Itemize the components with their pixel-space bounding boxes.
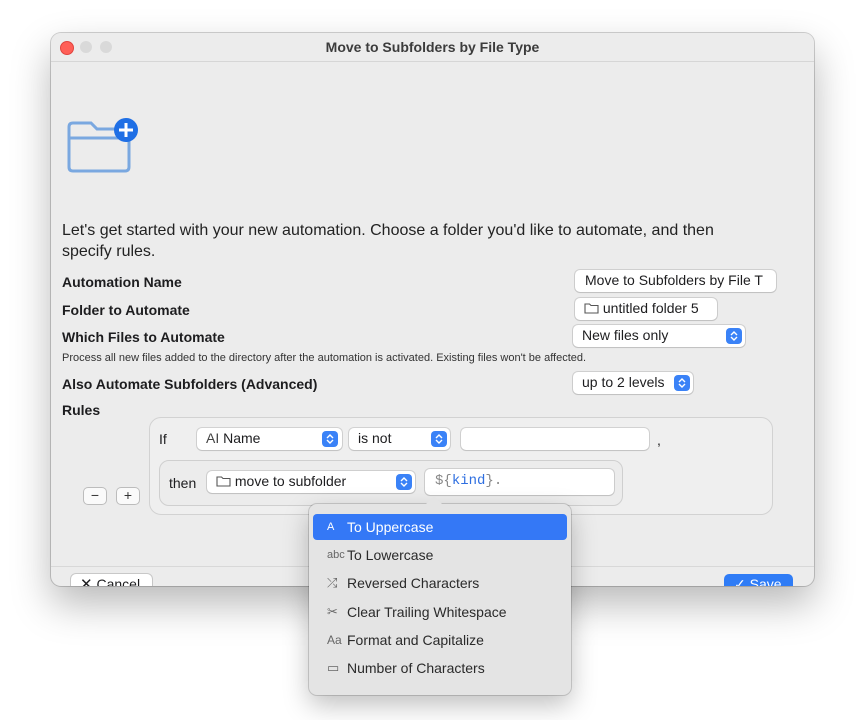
operator-value: is not [358, 430, 392, 446]
chevron-updown-icon [396, 474, 412, 490]
new-folder-plus-icon [67, 118, 138, 173]
save-button[interactable]: ✓ Save [724, 574, 793, 586]
intro-text: Let's get started with your new automati… [62, 222, 714, 260]
folder-name: untitled folder 5 [602, 300, 699, 316]
close-icon: ✕ [80, 576, 93, 586]
which-files-value: New files only [582, 327, 669, 343]
chevron-updown-icon [431, 431, 447, 447]
title-bar: Move to Subfolders by File Type [51, 33, 814, 62]
rule-comma: , [657, 432, 661, 448]
folder-icon [216, 476, 231, 487]
rules-label: Rules [62, 402, 101, 418]
operator-select[interactable]: is not [349, 428, 450, 450]
folder-label: Folder to Automate [62, 302, 190, 318]
menu-item-label: Reversed Characters [347, 575, 480, 591]
chevron-updown-icon [726, 328, 742, 344]
action-select[interactable]: move to subfolder [207, 471, 415, 493]
menu-item-label: Clear Trailing Whitespace [347, 604, 507, 620]
add-rule-button[interactable]: + [117, 488, 139, 504]
scissors-icon: ✂ [327, 604, 338, 619]
menu-item-number-of-characters[interactable]: ▭ Number of Characters [313, 655, 567, 681]
menu-item-label: Number of Characters [347, 660, 485, 676]
menu-item-format-and-capitalize[interactable]: Aa Format and Capitalize [313, 627, 567, 653]
menu-item-label: To Lowercase [347, 547, 434, 563]
checkmark-icon: ✓ [734, 576, 746, 586]
subfolders-select[interactable]: up to 2 levels [573, 372, 693, 394]
remove-rule-button[interactable]: − [84, 488, 106, 504]
character-count-icon: ▭ [327, 660, 340, 675]
menu-item-label: To Uppercase [347, 519, 434, 535]
save-label: Save [749, 576, 782, 586]
kind-token: kind [451, 473, 486, 489]
text-cursor-icon: AI [206, 430, 220, 446]
rule-value-field[interactable] [461, 428, 649, 450]
uppercase-icon: A [327, 521, 335, 533]
popover-arrow [425, 496, 443, 505]
attribute-select[interactable]: AI Name [197, 428, 342, 450]
transform-menu: A To Uppercase abc To Lowercase ⤮ Revers… [309, 496, 571, 695]
token-suffix: }. [485, 473, 503, 489]
token-prefix: ${ [435, 473, 452, 489]
action-value: move to subfolder [234, 473, 347, 489]
then-label: then [169, 475, 197, 491]
menu-item-to-uppercase[interactable]: A To Uppercase [313, 514, 567, 540]
if-label: If [159, 431, 167, 447]
menu-item-to-lowercase[interactable]: abc To Lowercase [313, 542, 567, 568]
menu-item-label: Format and Capitalize [347, 632, 484, 648]
automation-name-label: Automation Name [62, 274, 182, 290]
which-files-label: Which Files to Automate [62, 329, 225, 345]
menu-item-reversed-characters[interactable]: ⤮ Reversed Characters [313, 570, 567, 596]
chevron-updown-icon [674, 375, 690, 391]
cancel-label: Cancel [96, 576, 141, 586]
automation-name-field[interactable]: Move to Subfolders by File T [575, 270, 776, 292]
menu-item-clear-trailing-whitespace[interactable]: ✂ Clear Trailing Whitespace [313, 599, 567, 625]
lowercase-icon: abc [327, 549, 345, 561]
window-title: Move to Subfolders by File Type [325, 39, 540, 55]
capitalize-icon: Aa [327, 633, 342, 647]
folder-icon [584, 303, 599, 314]
attribute-value: Name [223, 430, 261, 446]
shuffle-icon: ⤮ [327, 575, 338, 590]
which-files-note: Process all new files added to the direc… [62, 352, 587, 364]
chevron-updown-icon [322, 431, 338, 447]
subfolders-label: Also Automate Subfolders (Advanced) [62, 376, 318, 392]
target-template-field[interactable]: ${kind}. [425, 469, 614, 495]
which-files-select[interactable]: New files only [573, 325, 745, 347]
cancel-button[interactable]: ✕ Cancel [71, 574, 152, 586]
folder-picker-button[interactable]: untitled folder 5 [575, 298, 717, 320]
subfolders-value: up to 2 levels [582, 374, 665, 390]
